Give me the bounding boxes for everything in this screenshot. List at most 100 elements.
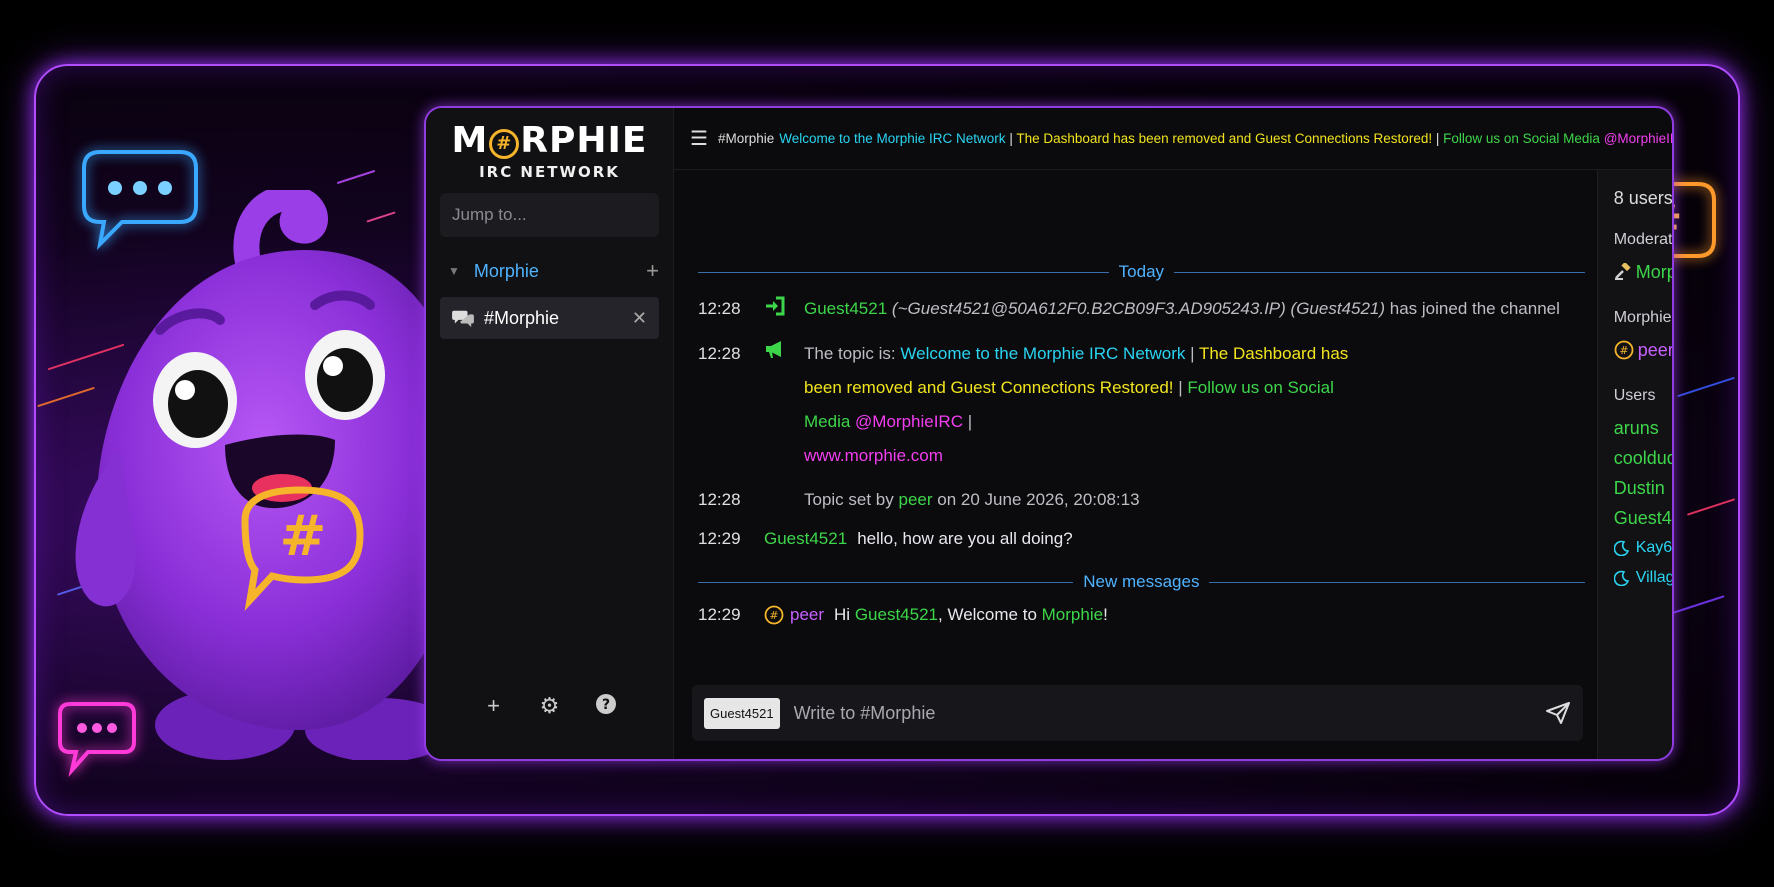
message-time: 12:28 (698, 299, 741, 318)
header-channel-name: #Morphie (717, 131, 775, 146)
hash-badge-icon: # (1614, 340, 1636, 360)
message-list: Today 12:28 Guest4521 (~Guest4521@50A612… (674, 170, 1597, 759)
close-icon[interactable]: ✕ (632, 308, 647, 329)
topic-text: Welcome to the Morphie IRC Network (900, 344, 1186, 363)
current-nick-badge[interactable]: Guest4521 (704, 697, 780, 729)
user-nick: aruns (1613, 417, 1659, 438)
message-time: 12:29 (698, 529, 741, 548)
topic-separator: | (1173, 378, 1188, 397)
group-label-users: Users (1613, 387, 1656, 404)
logo-text: M (451, 120, 489, 161)
topic-set-text: on 20 June 2026, 20:08:13 (937, 490, 1140, 509)
send-icon[interactable] (1545, 701, 1571, 725)
message-chat: 12:29 Guest4521 hello, how are you all d… (698, 526, 1585, 552)
user-item[interactable]: Guest4521 (1613, 503, 1672, 533)
network-item-morphie[interactable]: ▼ Morphie + (426, 249, 673, 293)
svg-text:?: ? (601, 697, 609, 713)
message-input[interactable] (793, 702, 1545, 724)
user-item[interactable]: # peer (1614, 335, 1674, 365)
user-nick: cooldude (1613, 447, 1672, 468)
logo-text: RPHIE (520, 120, 648, 161)
message-chat: 12:29 # peer Hi Guest4521, Welcome to Mo… (698, 602, 1585, 628)
header-topic-part: The Dashboard has been removed and Guest… (1016, 131, 1433, 146)
add-channel-icon[interactable]: + (646, 258, 659, 284)
user-item[interactable]: Village (1613, 563, 1674, 593)
logo-subtitle: IRC NETWORK (479, 163, 620, 181)
header-topic-part: | (1005, 131, 1017, 146)
light-streak (1686, 498, 1736, 516)
sidebar-footer: + ⚙ ? (426, 693, 673, 721)
topic-set-prefix: Topic set by (804, 490, 894, 509)
channel-name: #Morphie (484, 307, 560, 328)
nick[interactable]: peer (790, 602, 824, 628)
topic-text: @MorphieIRC (850, 412, 963, 431)
megaphone-icon (764, 337, 804, 473)
hash-badge-icon: # (764, 605, 784, 625)
gear-icon[interactable]: ⚙ (538, 693, 562, 721)
nick[interactable]: peer (899, 490, 933, 509)
user-item[interactable]: aruns (1613, 413, 1672, 443)
jump-to-input[interactable] (452, 205, 673, 225)
divider-label: New messages (1083, 572, 1200, 591)
header-topic-part: Welcome to the Morphie IRC Network (779, 131, 1006, 146)
user-nick: Guest4521 (1613, 507, 1672, 528)
message-time: 12:29 (698, 605, 741, 624)
user-nick: Morphie (1635, 261, 1672, 282)
join-text: has joined the channel (1389, 299, 1560, 318)
user-list: 8 users Moderators Morphie Morphie Staff… (1596, 170, 1674, 759)
user-item[interactable]: Morphie (1614, 257, 1672, 287)
nick[interactable]: Guest4521 (764, 526, 847, 552)
header-topic-part: @MorphieIRC (1603, 131, 1672, 146)
sidebar: M#RPHIE IRC NETWORK ▼ Morphie + #Morphie… (426, 108, 674, 759)
message-text: , Welcome to (938, 605, 1037, 624)
user-nick: Kay606 (1635, 539, 1673, 556)
logo-hash-icon: # (489, 129, 520, 159)
message-topic-set: 12:28 Topic set by peer on 20 June 2026,… (698, 487, 1585, 513)
network-name: Morphie (473, 260, 539, 281)
topic-separator: | (963, 412, 973, 431)
divider-today: Today (698, 262, 1585, 282)
user-nick: peer (1637, 339, 1674, 360)
moon-icon (1613, 540, 1636, 556)
header-topic-part: Follow us on Social Media (1443, 131, 1600, 146)
channel-item-morphie[interactable]: #Morphie ✕ (440, 297, 659, 339)
add-icon[interactable]: + (482, 693, 506, 721)
chat-bubble-icon (56, 700, 138, 778)
chevron-down-icon[interactable]: ▼ (448, 264, 460, 278)
message-join: 12:28 Guest4521 (~Guest4521@50A612F0.B2C… (698, 296, 1585, 324)
user-item[interactable]: cooldude (1613, 443, 1672, 473)
user-nick: Dustin (1613, 477, 1665, 498)
message-time: 12:28 (698, 344, 741, 363)
group-label-staff: Morphie Staff (1613, 309, 1672, 326)
divider-label: Today (1118, 262, 1165, 281)
join-icon (764, 296, 804, 324)
join-host: (~Guest4521@50A612F0.B2CB09F3.AD905243.I… (891, 299, 1286, 318)
channel-header: ☰ #Morphie Welcome to the Morphie IRC Ne… (674, 108, 1672, 170)
menu-icon[interactable]: ☰ (690, 126, 708, 151)
user-item[interactable]: Kay606 (1613, 533, 1673, 563)
svg-text:#: # (769, 609, 778, 622)
jump-to-search (440, 193, 673, 237)
irc-client-window: M#RPHIE IRC NETWORK ▼ Morphie + #Morphie… (424, 106, 1674, 761)
user-item[interactable]: Dustin (1613, 473, 1672, 503)
staff-badge: # peer (764, 602, 824, 628)
nick-mention[interactable]: Guest4521 (855, 605, 938, 624)
user-count: 8 users (1613, 188, 1673, 208)
help-icon[interactable]: ? (594, 693, 618, 721)
user-nick: Village (1635, 569, 1674, 586)
logo: M # RPHIE IRC NETWORK (426, 108, 673, 181)
topic-link[interactable]: www.morphie.com (804, 446, 943, 465)
chat-bubble-icon (80, 148, 200, 250)
message-text: Hi (834, 605, 851, 624)
join-realname: (Guest4521) (1290, 299, 1386, 318)
nick[interactable]: Guest4521 (804, 299, 887, 318)
nick-mention[interactable]: Morphie (1042, 605, 1103, 624)
message-topic: 12:28 The topic is: Welcome to the Morph… (698, 337, 1585, 473)
light-streak (1677, 376, 1735, 398)
header-topic: Welcome to the Morphie IRC Network | The… (779, 131, 1672, 146)
light-streak (336, 169, 376, 185)
svg-text:#: # (280, 504, 327, 569)
message-text: ! (1103, 605, 1108, 624)
topic-prefix: The topic is: (804, 344, 896, 363)
svg-text:#: # (1619, 344, 1628, 357)
